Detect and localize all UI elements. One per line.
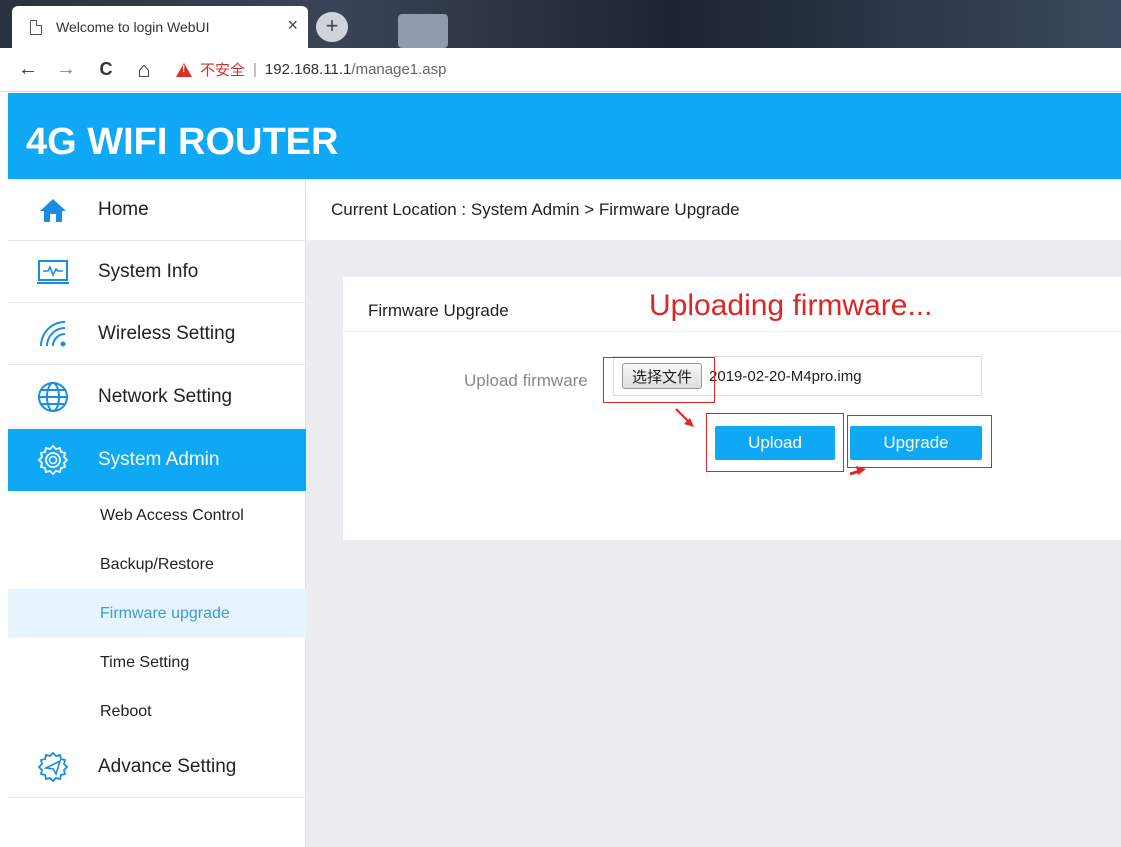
sidebar: Home System Info Wireless Setting Networ…: [8, 179, 306, 847]
url-text: 192.168.11.1/manage1.asp: [265, 61, 447, 78]
page-icon: [30, 19, 42, 35]
home-icon: [36, 193, 70, 227]
sidebar-item-system-admin[interactable]: System Admin: [8, 429, 306, 491]
monitor-icon: [36, 255, 70, 289]
url-host: 192.168.11.1: [264, 61, 352, 78]
firmware-upgrade-panel: Firmware Upgrade Uploading firmware... U…: [343, 277, 1121, 540]
sidebar-item-label: System Admin: [98, 449, 220, 470]
globe-icon: [36, 380, 70, 414]
settings-plane-icon: [36, 750, 70, 784]
background-tab[interactable]: [398, 14, 448, 48]
firmware-file-input[interactable]: 选择文件 2019-02-20-M4pro.img: [613, 356, 982, 396]
panel-title: Firmware Upgrade: [368, 301, 509, 320]
sidebar-item-network-setting[interactable]: Network Setting: [8, 366, 306, 428]
browser-tab[interactable]: Welcome to login WebUI ×: [12, 6, 308, 48]
sidebar-subitem-backup-restore[interactable]: Backup/Restore: [8, 540, 306, 589]
sidebar-item-system-info[interactable]: System Info: [8, 241, 306, 303]
url-path: /manage1.asp: [351, 61, 447, 78]
sidebar-item-label: Network Setting: [98, 385, 233, 407]
breadcrumb-text: Current Location : System Admin > Firmwa…: [331, 199, 740, 219]
sidebar-item-label: System Info: [98, 260, 199, 282]
app-header: 4G WIFI ROUTER: [8, 93, 1121, 179]
app-title: 4G WIFI ROUTER: [26, 121, 339, 163]
panel-divider: [343, 331, 1121, 332]
sidebar-subitem-web-access-control[interactable]: Web Access Control: [8, 491, 306, 540]
wifi-icon: [36, 317, 70, 351]
tab-title: Welcome to login WebUI: [56, 19, 210, 35]
gear-icon: [36, 443, 70, 477]
home-button[interactable]: ⌂: [130, 57, 158, 83]
sidebar-item-advance-setting[interactable]: Advance Setting: [8, 736, 306, 798]
upgrade-button[interactable]: Upgrade: [850, 426, 982, 460]
sidebar-item-label: Home: [98, 198, 149, 220]
forward-button[interactable]: →: [52, 58, 80, 81]
insecure-label: 不安全: [200, 62, 246, 79]
sidebar-item-label: Advance Setting: [98, 755, 237, 777]
sidebar-item-label: Wireless Setting: [98, 322, 236, 344]
sidebar-item-home[interactable]: Home: [8, 179, 306, 241]
back-button[interactable]: ←: [14, 58, 42, 81]
upload-firmware-label: Upload firmware: [464, 371, 588, 390]
url-separator: |: [253, 61, 257, 78]
sidebar-subitem-firmware-upgrade[interactable]: Firmware upgrade: [8, 589, 306, 638]
choose-file-button[interactable]: 选择文件: [622, 363, 703, 389]
reload-button[interactable]: C: [92, 59, 120, 80]
new-tab-button[interactable]: +: [316, 12, 348, 42]
tab-close-icon[interactable]: ×: [287, 15, 298, 36]
sidebar-subitem-time-setting[interactable]: Time Setting: [8, 638, 306, 687]
sidebar-item-wireless-setting[interactable]: Wireless Setting: [8, 303, 306, 365]
warning-icon: [176, 62, 192, 77]
sidebar-subitem-reboot[interactable]: Reboot: [8, 687, 306, 736]
upload-status-text: Uploading firmware...: [649, 289, 933, 322]
upload-button[interactable]: Upload: [715, 426, 835, 460]
main-content: Current Location : System Admin > Firmwa…: [306, 179, 1121, 847]
breadcrumb: Current Location : System Admin > Firmwa…: [306, 179, 1121, 240]
url-field[interactable]: 不安全 | 192.168.11.1/manage1.asp: [176, 59, 446, 80]
selected-file-name: 2019-02-20-M4pro.img: [709, 367, 862, 385]
browser-tab-bar: Welcome to login WebUI × +: [0, 0, 1121, 48]
address-bar: ← → C ⌂ 不安全 | 192.168.11.1/manage1.asp: [0, 48, 1121, 92]
